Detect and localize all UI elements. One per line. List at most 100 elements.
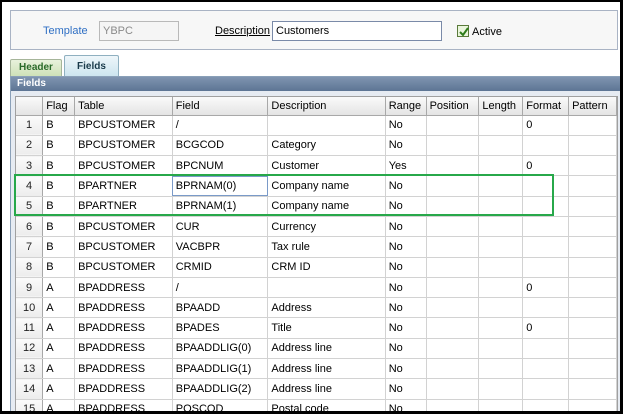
cell-format[interactable]: 0 xyxy=(522,115,570,136)
cell-description[interactable]: Title xyxy=(267,317,386,339)
cell-format[interactable] xyxy=(522,216,570,238)
cell-pattern[interactable] xyxy=(568,236,617,258)
cell-description[interactable]: Postal code xyxy=(267,399,386,411)
cell-field[interactable]: BPRNAM(0) xyxy=(172,175,269,197)
cell-range[interactable]: No xyxy=(385,196,427,217)
cell-table[interactable]: BPCUSTOMER xyxy=(74,115,173,136)
cell-position[interactable] xyxy=(426,115,480,136)
cell-table[interactable]: BPARTNER xyxy=(74,196,173,217)
column-header-format[interactable]: Format xyxy=(522,97,570,116)
cell-format[interactable]: 0 xyxy=(522,155,570,177)
cell-format[interactable] xyxy=(522,175,570,197)
cell-field[interactable]: / xyxy=(172,277,269,299)
cell-pattern[interactable] xyxy=(568,358,617,380)
cell-flag[interactable]: B xyxy=(42,236,76,258)
cell-length[interactable] xyxy=(478,317,524,339)
cell-description[interactable]: Category xyxy=(267,135,386,157)
column-header-range[interactable]: Range xyxy=(385,97,427,116)
cell-length[interactable] xyxy=(478,297,524,319)
cell-range[interactable]: No xyxy=(385,338,427,360)
cell-pattern[interactable] xyxy=(568,196,617,217)
cell-position[interactable] xyxy=(426,196,480,217)
cell-description[interactable] xyxy=(267,115,386,136)
cell-position[interactable] xyxy=(426,175,480,197)
cell-position[interactable] xyxy=(426,277,480,299)
cell-flag[interactable]: A xyxy=(42,317,76,339)
table-row[interactable]: 10 A BPADDRESS BPAADD Address No xyxy=(16,297,617,319)
cell-table[interactable]: BPCUSTOMER xyxy=(74,155,173,177)
cell-table[interactable]: BPADDRESS xyxy=(74,277,173,299)
cell-range[interactable]: No xyxy=(385,277,427,299)
cell-position[interactable] xyxy=(426,297,480,319)
cell-position[interactable] xyxy=(426,216,480,238)
active-checkbox[interactable] xyxy=(457,25,469,37)
cell-flag[interactable]: B xyxy=(42,216,76,238)
cell-pattern[interactable] xyxy=(568,317,617,339)
column-header-pattern[interactable]: Pattern xyxy=(568,97,617,116)
description-field[interactable]: Customers xyxy=(272,21,442,41)
cell-field[interactable]: / xyxy=(172,115,269,136)
table-row[interactable]: 13 A BPADDRESS BPAADDLIG(1) Address line No xyxy=(16,358,617,380)
cell-length[interactable] xyxy=(478,216,524,238)
cell-position[interactable] xyxy=(426,399,480,411)
cell-description[interactable]: Address line xyxy=(267,358,386,380)
cell-range[interactable]: No xyxy=(385,135,427,157)
cell-position[interactable] xyxy=(426,155,480,177)
column-header-length[interactable]: Length xyxy=(478,97,524,116)
cell-pattern[interactable] xyxy=(568,257,617,278)
cell-table[interactable]: BPCUSTOMER xyxy=(74,257,173,278)
cell-length[interactable] xyxy=(478,236,524,258)
cell-position[interactable] xyxy=(426,338,480,360)
table-row[interactable]: 11 A BPADDRESS BPADES Title No 0 xyxy=(16,317,617,339)
cell-range[interactable]: No xyxy=(385,297,427,319)
table-row[interactable]: 5 B BPARTNER BPRNAM(1) Company name No xyxy=(16,196,617,217)
cell-table[interactable]: BPCUSTOMER xyxy=(74,236,173,258)
cell-pattern[interactable] xyxy=(568,135,617,157)
cell-flag[interactable]: B xyxy=(42,155,76,177)
cell-description[interactable] xyxy=(267,277,386,299)
cell-table[interactable]: BPADDRESS xyxy=(74,338,173,360)
cell-position[interactable] xyxy=(426,135,480,157)
cell-format[interactable]: 0 xyxy=(522,317,570,339)
cell-format[interactable] xyxy=(522,236,570,258)
cell-field[interactable]: BPAADDLIG(1) xyxy=(172,358,269,380)
cell-field[interactable]: CUR xyxy=(172,216,269,238)
cell-table[interactable]: BPCUSTOMER xyxy=(74,216,173,238)
cell-flag[interactable]: B xyxy=(42,115,76,136)
table-row[interactable]: 15 A BPADDRESS POSCOD Postal code No xyxy=(16,399,617,411)
cell-format[interactable] xyxy=(522,338,570,360)
cell-pattern[interactable] xyxy=(568,115,617,136)
table-row[interactable]: 8 B BPCUSTOMER CRMID CRM ID No xyxy=(16,257,617,278)
cell-field[interactable]: CRMID xyxy=(172,257,269,278)
table-row[interactable]: 2 B BPCUSTOMER BCGCOD Category No xyxy=(16,135,617,157)
column-header-description[interactable]: Description xyxy=(267,97,386,116)
cell-range[interactable]: No xyxy=(385,257,427,278)
template-field[interactable]: YBPC xyxy=(99,21,179,41)
cell-description[interactable]: CRM ID xyxy=(267,257,386,278)
cell-length[interactable] xyxy=(478,175,524,197)
cell-pattern[interactable] xyxy=(568,277,617,299)
cell-table[interactable]: BPADDRESS xyxy=(74,378,173,400)
column-header-position[interactable]: Position xyxy=(426,97,480,116)
cell-pattern[interactable] xyxy=(568,216,617,238)
cell-format[interactable] xyxy=(522,257,570,278)
table-row[interactable]: 6 B BPCUSTOMER CUR Currency No xyxy=(16,216,617,238)
cell-table[interactable]: BPADDRESS xyxy=(74,297,173,319)
cell-length[interactable] xyxy=(478,135,524,157)
column-header-flag[interactable]: Flag xyxy=(42,97,76,116)
cell-format[interactable] xyxy=(522,378,570,400)
cell-table[interactable]: BPADDRESS xyxy=(74,317,173,339)
cell-field[interactable]: BPRNAM(1) xyxy=(172,196,269,217)
cell-format[interactable] xyxy=(522,399,570,411)
cell-position[interactable] xyxy=(426,358,480,380)
cell-length[interactable] xyxy=(478,338,524,360)
column-header-table[interactable]: Table xyxy=(74,97,173,116)
cell-flag[interactable]: B xyxy=(42,135,76,157)
table-row[interactable]: 1 B BPCUSTOMER / No 0 xyxy=(16,115,617,136)
table-row[interactable]: 4 B BPARTNER BPRNAM(0) Company name No xyxy=(16,175,617,197)
cell-description[interactable]: Currency xyxy=(267,216,386,238)
table-row[interactable]: 14 A BPADDRESS BPAADDLIG(2) Address line No xyxy=(16,378,617,400)
cell-flag[interactable]: B xyxy=(42,196,76,217)
cell-flag[interactable]: B xyxy=(42,175,76,197)
cell-description[interactable]: Company name xyxy=(267,196,386,217)
